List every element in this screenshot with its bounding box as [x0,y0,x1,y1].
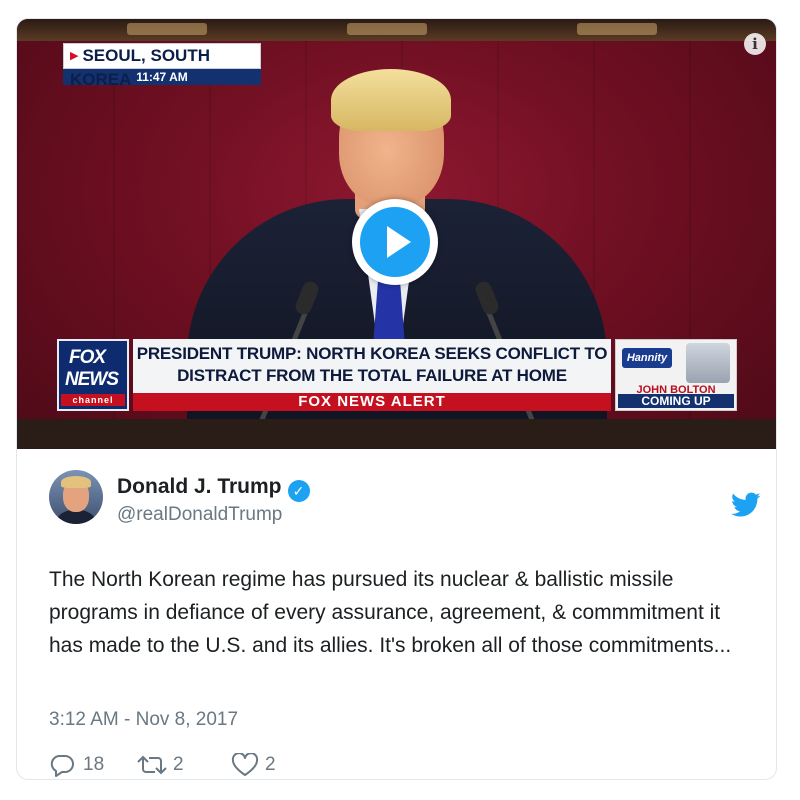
heart-icon [231,753,259,776]
verified-badge-icon: ✓ [287,480,310,502]
play-button[interactable] [352,199,438,285]
ceiling-light [347,23,427,35]
reply-button[interactable]: 18 [49,751,119,779]
fox-news-logo: FOX NEWS channel [57,339,129,411]
location-bug: ▶ SEOUL, SOUTH KOREA 11:47 AM [63,43,261,89]
news-headline: PRESIDENT TRUMP: NORTH KOREA SEEKS CONFL… [133,339,611,393]
promo-show-logo: Hannity [622,348,672,368]
like-count: 2 [265,754,276,775]
reply-count: 18 [83,754,105,775]
like-button[interactable]: 2 [231,751,301,779]
triangle-icon: ▶ [70,50,79,62]
reply-icon [50,755,74,777]
news-alert-banner: FOX NEWS ALERT [133,393,611,411]
ceiling-strip [17,19,776,41]
tweet-author: Donald J. Trump ✓ @realDonaldTrump [49,470,761,530]
ceiling-light [127,23,207,35]
author-handle[interactable]: @realDonaldTrump [117,504,282,526]
upcoming-promo: Hannity JOHN BOLTON COMING UP [615,339,737,411]
tweet-timestamp[interactable]: 3:12 AM - Nov 8, 2017 [49,709,238,731]
embedded-tweet-card: ▶ SEOUL, SOUTH KOREA 11:47 AM i FOX NEWS … [16,18,777,780]
twitter-bird-icon[interactable] [731,492,761,518]
podium [17,419,776,449]
info-icon[interactable]: i [744,33,766,55]
retweet-count: 2 [173,754,184,775]
promo-guest-photo [686,343,730,383]
retweet-icon [137,755,167,775]
tweet-text: The North Korean regime has pursued its … [49,568,732,657]
speaker-hair [331,69,451,131]
promo-coming-up: COMING UP [618,394,734,408]
avatar[interactable] [49,470,103,524]
play-icon [387,226,411,258]
news-lower-third: FOX NEWS channel PRESIDENT TRUMP: NORTH … [57,339,737,411]
video-player[interactable]: ▶ SEOUL, SOUTH KOREA 11:47 AM i FOX NEWS … [17,19,776,449]
ceiling-light [577,23,657,35]
retweet-button[interactable]: 2 [137,751,207,779]
author-name[interactable]: Donald J. Trump [117,475,282,498]
